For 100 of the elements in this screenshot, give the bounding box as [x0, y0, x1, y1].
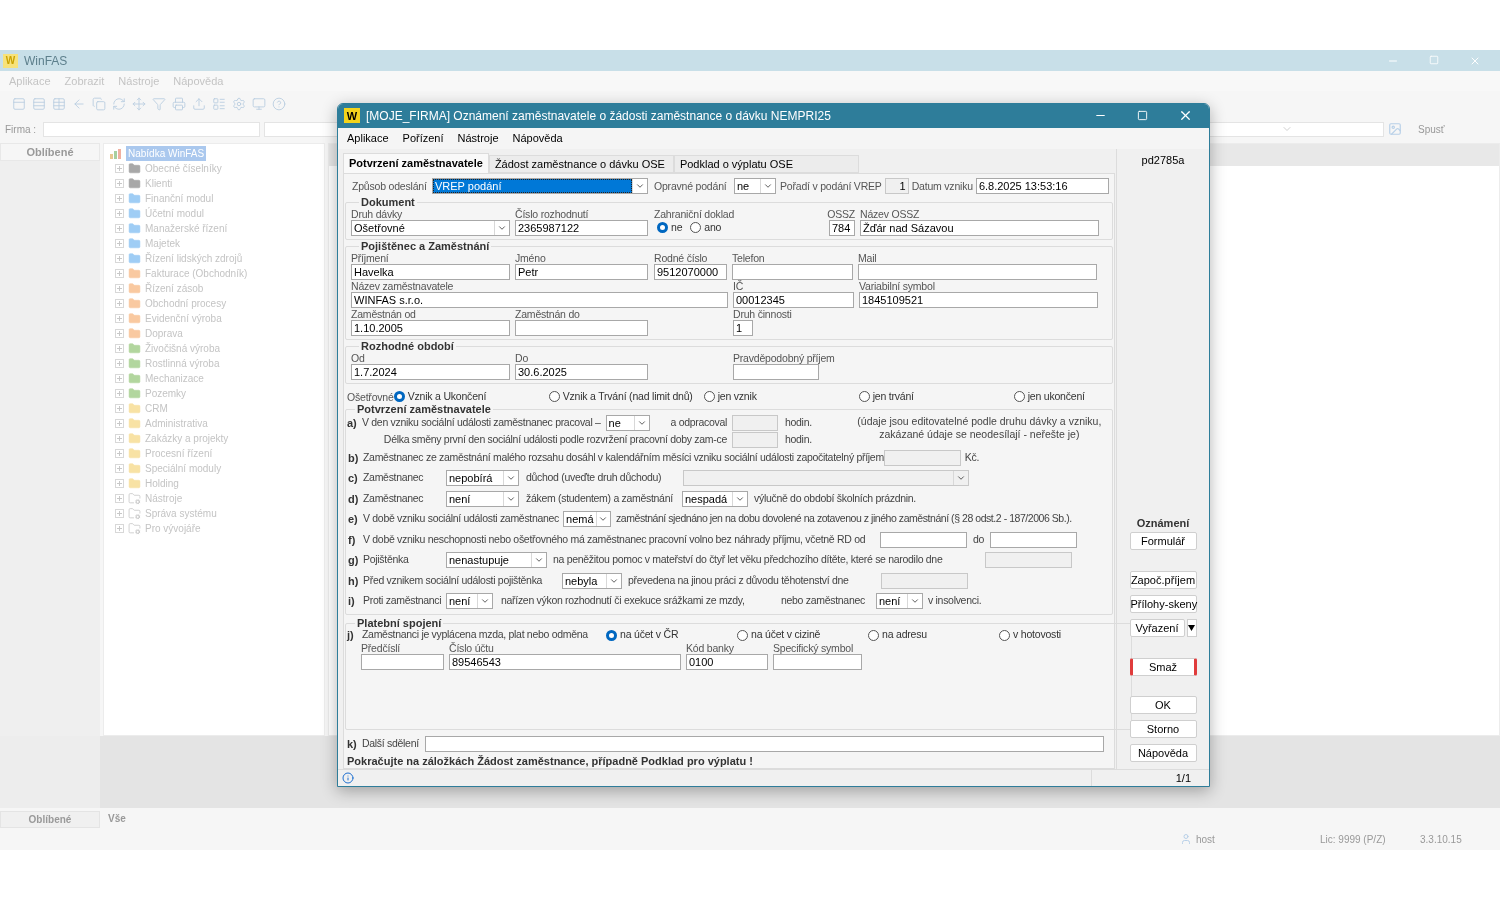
dropdown[interactable]: nespadá — [682, 490, 748, 507]
input-field[interactable] — [858, 263, 1097, 280]
radio-button[interactable] — [690, 222, 702, 233]
dropdown[interactable]: není — [876, 593, 923, 610]
input-field[interactable] — [732, 431, 778, 448]
input-field[interactable]: 1845109521 — [859, 291, 1098, 308]
input-field[interactable]: Petr — [515, 263, 648, 280]
filter-icon[interactable] — [152, 97, 166, 111]
expand-icon[interactable] — [115, 269, 124, 278]
action-button[interactable]: OK — [1129, 695, 1197, 714]
expand-icon[interactable] — [115, 464, 124, 473]
radio-button[interactable] — [606, 629, 617, 641]
input-field[interactable] — [990, 531, 1077, 548]
tab[interactable]: Žádost zaměstnance o dávku OSE — [488, 154, 674, 173]
upload-icon[interactable] — [192, 97, 206, 111]
company-field[interactable] — [43, 121, 260, 137]
action-button[interactable]: Formulář — [1129, 531, 1197, 550]
expand-icon[interactable] — [115, 494, 124, 503]
input-field[interactable]: 0100 — [686, 653, 768, 670]
expand-icon[interactable] — [115, 509, 124, 518]
expand-icon[interactable] — [115, 239, 124, 248]
radio-button[interactable] — [1013, 391, 1025, 402]
input-field[interactable]: 9512070000 — [654, 263, 727, 280]
expand-icon[interactable] — [115, 419, 124, 428]
input-field[interactable]: 1.7.2024 — [351, 363, 510, 380]
radio-button[interactable] — [868, 629, 879, 641]
menu-item[interactable]: Nástroje — [457, 129, 499, 147]
input-field[interactable]: 00012345 — [733, 291, 854, 308]
input-field[interactable] — [515, 319, 648, 336]
input-field[interactable] — [733, 363, 819, 380]
action-button[interactable]: Přílohy-skeny — [1129, 594, 1197, 613]
copy-icon[interactable] — [92, 97, 106, 111]
input-field[interactable]: 6.8.2025 13:53:16 — [975, 178, 1109, 194]
menu-item[interactable]: Pořízení — [402, 129, 444, 147]
radio-button[interactable] — [657, 222, 668, 233]
dropdown[interactable]: není — [446, 490, 519, 507]
input-field[interactable] — [425, 736, 1104, 752]
input-field[interactable] — [361, 653, 444, 670]
expand-icon[interactable] — [115, 344, 124, 353]
expand-icon[interactable] — [115, 209, 124, 218]
radio-button[interactable] — [393, 391, 405, 402]
settings-icon[interactable] — [232, 97, 246, 111]
input-field[interactable]: Havelka — [351, 263, 510, 280]
radio-button[interactable] — [703, 391, 715, 402]
input-field[interactable]: 89546543 — [449, 653, 681, 670]
expand-icon[interactable] — [115, 404, 124, 413]
radio-button[interactable] — [737, 629, 748, 641]
input-field[interactable] — [880, 531, 967, 548]
input-field[interactable]: 1.10.2005 — [351, 319, 510, 336]
expand-icon[interactable] — [115, 359, 124, 368]
radio-button[interactable] — [999, 629, 1010, 641]
menu-item[interactable]: Nápověda — [512, 129, 563, 147]
rows-icon[interactable] — [32, 97, 46, 111]
input-field[interactable] — [773, 653, 862, 670]
expand-icon[interactable] — [115, 194, 124, 203]
menu-button[interactable] — [1186, 618, 1197, 637]
radio-button[interactable] — [548, 391, 560, 402]
dropdown[interactable]: VREP podání — [432, 178, 648, 194]
input-field[interactable]: 2365987122 — [515, 219, 648, 236]
refresh-icon[interactable] — [112, 97, 126, 111]
dropdown[interactable]: nemá — [563, 511, 612, 528]
input-field[interactable]: 1 — [733, 319, 753, 336]
input-field[interactable] — [732, 263, 853, 280]
expand-icon[interactable] — [115, 224, 124, 233]
window-icon[interactable] — [12, 97, 26, 111]
delete-button[interactable]: Smaž — [1129, 657, 1197, 676]
maximize-icon[interactable] — [1137, 110, 1148, 122]
action-button[interactable]: Nápověda — [1129, 743, 1197, 762]
tab[interactable]: Potvrzení zaměstnavatele — [343, 152, 489, 173]
image-icon[interactable] — [1388, 122, 1402, 136]
expand-icon[interactable] — [115, 284, 124, 293]
table-icon[interactable] — [52, 97, 66, 111]
dropdown[interactable]: Ošetřovné — [351, 219, 510, 236]
action-button[interactable]: Vyřazení — [1129, 618, 1185, 637]
tab[interactable]: Podklad o výplatu OSE — [673, 154, 859, 173]
list-icon[interactable] — [212, 97, 226, 111]
action-button[interactable]: Storno — [1129, 719, 1197, 738]
expand-icon[interactable] — [115, 524, 124, 533]
expand-icon[interactable] — [115, 254, 124, 263]
input-field[interactable]: 1 — [884, 178, 909, 194]
expand-icon[interactable] — [115, 479, 124, 488]
expand-icon[interactable] — [115, 389, 124, 398]
expand-icon[interactable] — [115, 434, 124, 443]
menu-item[interactable]: Aplikace — [347, 129, 389, 147]
expand-icon[interactable] — [115, 164, 124, 173]
expand-icon[interactable] — [115, 314, 124, 323]
move-icon[interactable] — [132, 97, 146, 111]
printer-icon[interactable] — [172, 97, 186, 111]
expand-icon[interactable] — [115, 374, 124, 383]
expand-icon[interactable] — [115, 179, 124, 188]
dropdown[interactable]: není — [446, 593, 493, 610]
input-field[interactable]: 30.6.2025 — [515, 363, 648, 380]
expand-icon[interactable] — [115, 449, 124, 458]
expand-icon[interactable] — [115, 299, 124, 308]
input-field[interactable]: WINFAS s.r.o. — [351, 291, 728, 308]
radio-button[interactable] — [858, 391, 870, 402]
input-field[interactable]: 784 — [829, 219, 855, 236]
action-button[interactable]: Započ.příjem — [1129, 570, 1197, 589]
monitor-icon[interactable] — [252, 97, 266, 111]
dropdown[interactable]: ne — [734, 178, 776, 194]
